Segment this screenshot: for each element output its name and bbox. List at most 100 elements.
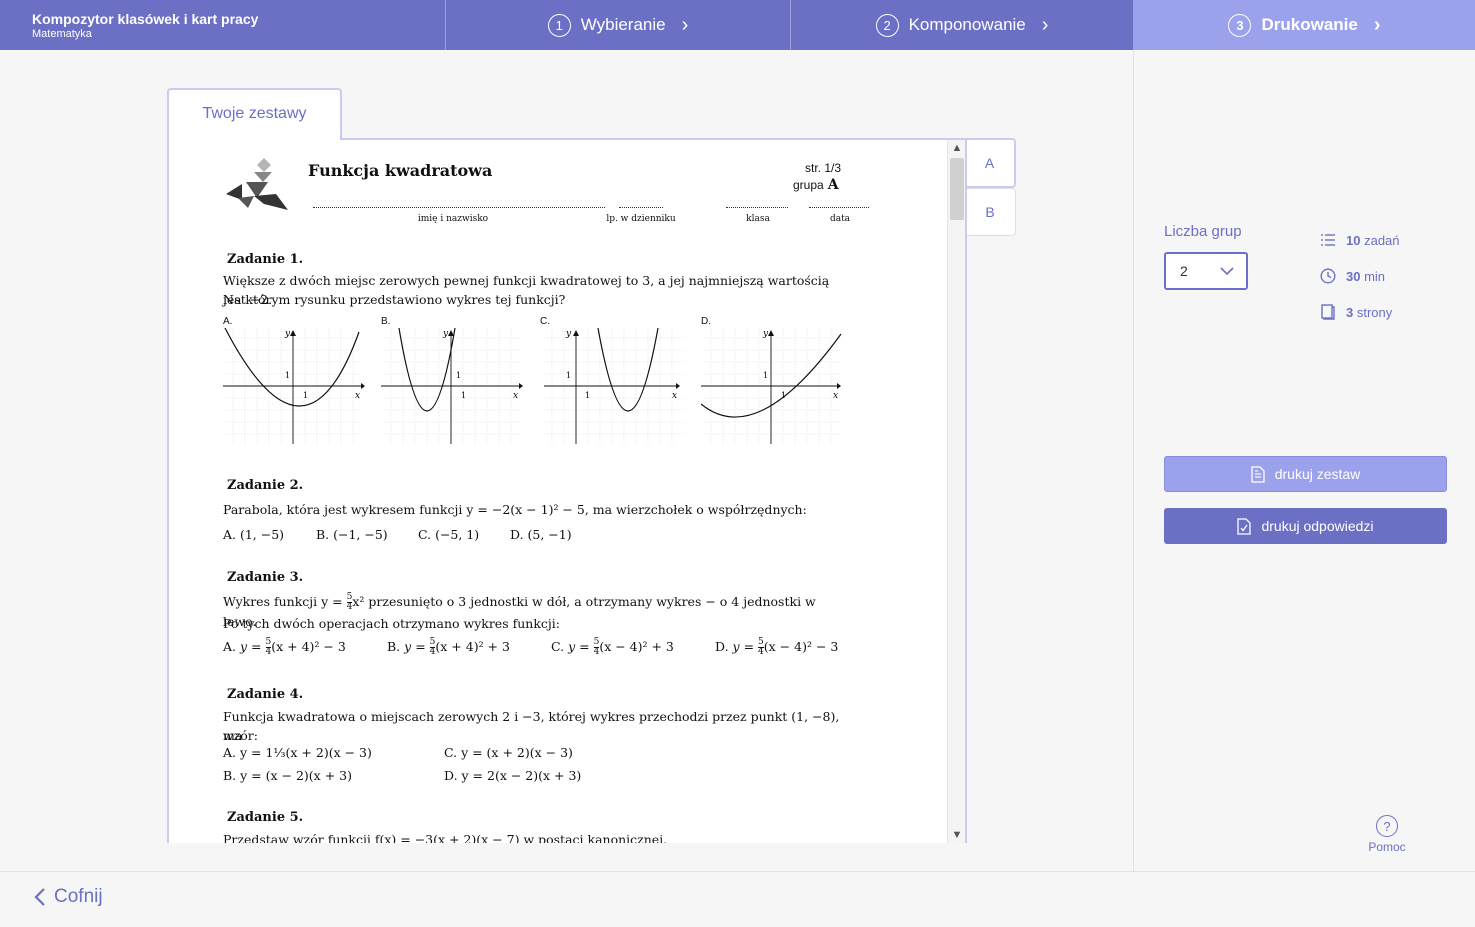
- answer-formula-post: (x − 4)² − 3: [763, 639, 839, 654]
- parabola-graph-d: y x 1 1: [701, 328, 842, 444]
- tab-group-b[interactable]: B: [965, 188, 1016, 236]
- chevron-left-icon: [34, 888, 45, 906]
- group-label: grupa: [793, 178, 824, 192]
- pages-icon: [1321, 304, 1335, 320]
- svg-text:x: x: [513, 391, 518, 401]
- field-label: lp. w dzienniku: [606, 214, 676, 224]
- parabola-graph-c: y x 1 1: [544, 328, 684, 444]
- task-text: Parabola, która jest wykresem funkcji y …: [223, 502, 807, 517]
- answer-label: B.: [387, 639, 401, 654]
- app-title: Kompozytor klasówek i kart pracy: [32, 11, 259, 27]
- step-komponowanie[interactable]: 2 Komponowanie ›: [791, 0, 1134, 50]
- answer-formula-post: (x + 4)² − 3: [271, 639, 346, 654]
- date-field-line: [809, 200, 869, 208]
- answer-formula-pre: y =: [240, 639, 262, 654]
- graph-label: D.: [701, 316, 711, 327]
- stat-value: 3: [1346, 304, 1354, 320]
- scrollbar-thumb[interactable]: [950, 158, 964, 220]
- step-number: 3: [1228, 13, 1252, 37]
- task-text: wzór:: [223, 728, 258, 743]
- chevron-right-icon: ›: [681, 13, 689, 36]
- print-answers-button[interactable]: drukuj odpowiedzi: [1164, 508, 1447, 544]
- question-icon: ?: [1376, 815, 1398, 837]
- svg-text:1: 1: [566, 371, 571, 380]
- tab-twoje-zestawy[interactable]: Twoje zestawy: [167, 88, 342, 140]
- step-wybieranie[interactable]: 1 Wybieranie ›: [446, 0, 791, 50]
- answer-label: A.: [223, 639, 237, 654]
- answer-option: B. y = 5 4 (x + 4)² + 3: [387, 638, 510, 657]
- set-stats: 10 zadań 30 min 3 strony: [1320, 222, 1400, 330]
- field-label: imię i nazwisko: [417, 214, 489, 224]
- answer-label: D.: [715, 639, 729, 654]
- step-label: Drukowanie: [1261, 15, 1358, 34]
- svg-text:x: x: [672, 391, 677, 401]
- svg-text:1: 1: [781, 391, 786, 400]
- text-fragment: Wykres funkcji y =: [223, 594, 343, 609]
- tab-group-a[interactable]: A: [965, 138, 1016, 188]
- stat-time: 30 min: [1320, 258, 1400, 294]
- step-drukowanie[interactable]: 3 Drukowanie ›: [1134, 0, 1475, 50]
- answer-option: A. (1, −5): [223, 527, 285, 542]
- document-title: Funkcja kwadratowa: [308, 161, 493, 180]
- answer-formula-post: (x − 4)² + 3: [599, 639, 674, 654]
- answer-option: C. y = 5 4 (x − 4)² + 3: [551, 638, 674, 657]
- step-label: Komponowanie: [908, 15, 1026, 34]
- list-icon: [1321, 234, 1335, 246]
- answer-option: C. y = (x + 2)(x − 3): [444, 745, 573, 760]
- svg-text:1: 1: [763, 371, 768, 380]
- answer-option: D. (5, −1): [510, 527, 572, 542]
- class-field-line: [726, 200, 788, 208]
- chevron-down-icon: [1220, 266, 1234, 275]
- svg-text:y: y: [762, 329, 769, 339]
- stat-unit: zadań: [1364, 232, 1400, 248]
- answer-option: A. y = 1⅓(x + 2)(x − 3): [223, 745, 372, 760]
- svg-text:x: x: [833, 391, 838, 401]
- field-label: klasa: [746, 214, 770, 224]
- print-set-label: drukuj zestaw: [1274, 466, 1361, 482]
- stat-tasks: 10 zadań: [1320, 222, 1400, 258]
- answer-formula-pre: y =: [732, 639, 755, 654]
- top-bar: Kompozytor klasówek i kart pracy Matemat…: [0, 0, 1475, 50]
- task-title: Zadanie 5.: [227, 810, 304, 825]
- app-brand: Kompozytor klasówek i kart pracy Matemat…: [0, 0, 446, 50]
- app-subtitle: Matematyka: [32, 28, 92, 40]
- clock-icon: [1320, 268, 1336, 284]
- page-number: str. 1/3: [805, 161, 842, 175]
- back-label: Cofnij: [54, 886, 103, 907]
- step-number: 2: [875, 13, 899, 37]
- answer-formula-post: (x + 4)² + 3: [435, 639, 510, 654]
- svg-text:y: y: [565, 329, 572, 339]
- answer-formula-pre: y =: [404, 639, 426, 654]
- stat-pages: 3 strony: [1320, 294, 1400, 330]
- graph-label: C.: [540, 316, 550, 327]
- svg-text:y: y: [442, 329, 449, 339]
- print-answers-label: drukuj odpowiedzi: [1261, 518, 1374, 534]
- parabola-graph-b: y x 1 1: [381, 328, 523, 444]
- print-settings-panel: Liczba grup 2 10 zadań 30 min 3 strony d…: [1133, 50, 1475, 871]
- scroll-up-icon[interactable]: ▲: [948, 142, 966, 154]
- chevron-right-icon: ›: [1373, 13, 1381, 36]
- print-set-button[interactable]: drukuj zestaw: [1164, 456, 1447, 492]
- name-field-line: [313, 200, 605, 208]
- answer-option: A. y = 5 4 (x + 4)² − 3: [223, 638, 346, 657]
- document-preview: Funkcja kwadratowa str. 1/3 grupa A imię …: [167, 138, 967, 843]
- svg-text:1: 1: [456, 371, 461, 380]
- number-field-line: [619, 200, 663, 208]
- bottom-bar: Cofnij: [0, 871, 1475, 927]
- answer-label: C.: [551, 639, 565, 654]
- back-button[interactable]: Cofnij: [34, 886, 103, 908]
- document-scrollbar[interactable]: ▲ ▼: [947, 140, 965, 843]
- help-button[interactable]: ? Pomoc: [1367, 815, 1407, 854]
- graph-label: B.: [381, 316, 391, 327]
- task-text: Przedstaw wzór funkcji f(x) = −3(x + 2)(…: [223, 832, 668, 843]
- svg-text:1: 1: [585, 391, 590, 400]
- answer-option: C. (−5, 1): [418, 527, 480, 542]
- stat-value: 10: [1346, 232, 1361, 248]
- field-label: data: [829, 214, 851, 224]
- svg-text:x: x: [355, 391, 360, 401]
- scroll-down-icon[interactable]: ▼: [948, 829, 966, 841]
- answer-option: B. (−1, −5): [316, 527, 388, 542]
- step-label: Wybieranie: [580, 15, 666, 34]
- groups-count-value: 2: [1180, 263, 1188, 279]
- groups-count-select[interactable]: 2: [1164, 252, 1248, 290]
